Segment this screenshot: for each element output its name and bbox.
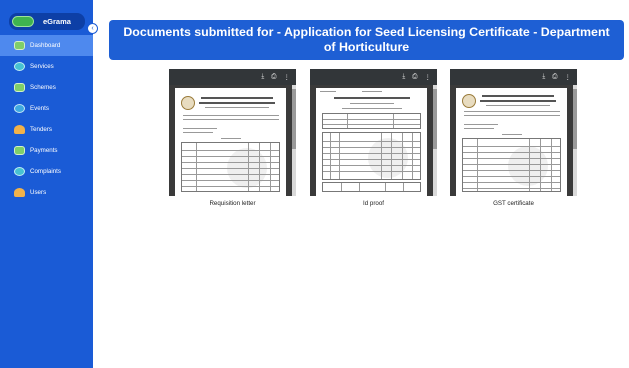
sidebar-item-label: Services [30,63,54,70]
sidebar-item-complaints[interactable]: Complaints [0,161,93,182]
schemes-icon [14,83,25,92]
page-title: Documents submitted for - Application fo… [123,25,610,54]
brand-logo[interactable]: eGrama [9,13,85,30]
scrollbar-thumb[interactable] [433,89,437,149]
scrollbar-thumb[interactable] [292,89,296,149]
print-icon[interactable]: ⎙ [412,73,417,81]
sidebar-item-label: Tenders [30,126,53,133]
download-icon[interactable]: ⤓ [261,73,264,81]
pdf-viewer[interactable]: ⤓ ⎙ ⋮ [310,69,437,196]
print-icon[interactable]: ⎙ [552,73,557,81]
download-icon[interactable]: ⤓ [542,73,545,81]
university-seal-icon [181,96,195,110]
sidebar-item-label: Events [30,105,49,112]
sidebar-item-label: Complaints [30,168,61,175]
logo-icon [12,16,34,27]
dashboard-icon [14,41,25,50]
sidebar-item-users[interactable]: Users [0,182,93,203]
document-caption: Requisition letter [209,200,256,207]
university-seal-icon [462,94,476,108]
document-card: ⤓ ⎙ ⋮ Requisition letter [169,69,296,207]
document-page [175,88,286,196]
users-icon [14,188,25,197]
document-caption: Id proof [363,200,384,207]
page-title-banner: Documents submitted for - Application fo… [109,20,624,60]
sidebar-item-events[interactable]: Events [0,98,93,119]
viewer-toolbar: ⤓ ⎙ ⋮ [310,69,437,85]
tenders-icon [14,125,25,134]
services-icon [14,62,25,71]
document-page [316,88,427,196]
document-page [456,88,567,196]
viewer-toolbar: ⤓ ⎙ ⋮ [450,69,577,85]
more-vertical-icon[interactable]: ⋮ [565,73,572,81]
sidebar-item-label: Payments [30,147,58,154]
sidebar-item-label: Schemes [30,84,56,91]
sidebar: eGrama Dashboard Services Schemes Events… [0,0,93,368]
more-vertical-icon[interactable]: ⋮ [284,73,291,81]
scrollbar-thumb[interactable] [573,89,577,149]
pdf-viewer[interactable]: ⤓ ⎙ ⋮ [450,69,577,196]
document-card: ⤓ ⎙ ⋮ GST certificate [450,69,577,207]
sidebar-item-services[interactable]: Services [0,56,93,77]
sidebar-nav: Dashboard Services Schemes Events Tender… [0,35,93,203]
sidebar-item-tenders[interactable]: Tenders [0,119,93,140]
complaints-icon [14,167,25,176]
more-vertical-icon[interactable]: ⋮ [425,73,432,81]
chevron-left-icon[interactable]: ‹ [87,23,98,34]
events-icon [14,104,25,113]
document-card: ⤓ ⎙ ⋮ Id proof [310,69,437,207]
sidebar-item-dashboard[interactable]: Dashboard [0,35,93,56]
viewer-toolbar: ⤓ ⎙ ⋮ [169,69,296,85]
payments-icon [14,146,25,155]
pdf-viewer[interactable]: ⤓ ⎙ ⋮ [169,69,296,196]
download-icon[interactable]: ⤓ [402,73,405,81]
sidebar-item-label: Users [30,189,47,196]
document-caption: GST certificate [493,200,534,207]
sidebar-item-schemes[interactable]: Schemes [0,77,93,98]
sidebar-item-label: Dashboard [30,42,61,49]
print-icon[interactable]: ⎙ [271,73,276,81]
sidebar-item-payments[interactable]: Payments [0,140,93,161]
brand-name: eGrama [43,17,71,26]
